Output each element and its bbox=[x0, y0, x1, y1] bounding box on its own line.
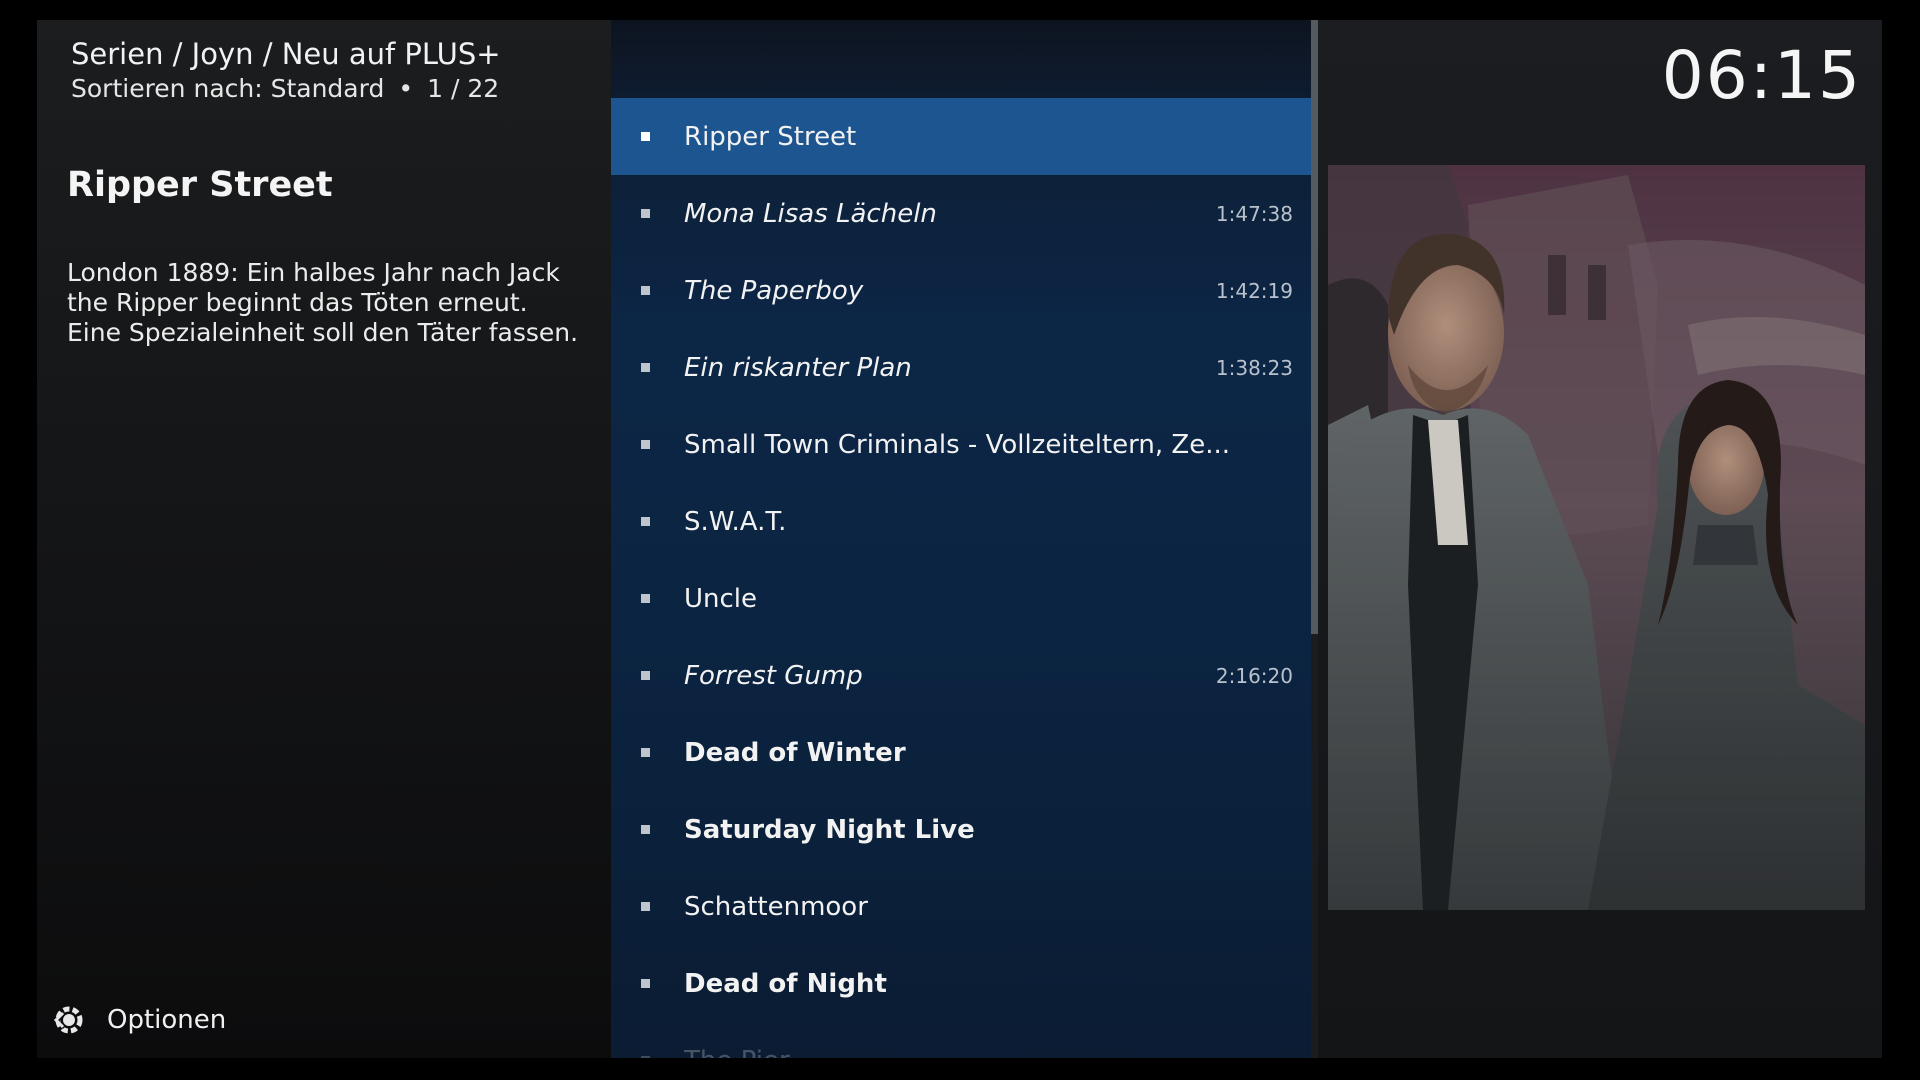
list-item[interactable]: Dead of Winter bbox=[611, 714, 1311, 791]
list-item-label: S.W.A.T. bbox=[684, 506, 787, 537]
list-item-label: Forrest Gump bbox=[684, 660, 863, 691]
list-item[interactable]: Saturday Night Live bbox=[611, 791, 1311, 868]
scrollbar-thumb[interactable] bbox=[1311, 20, 1318, 634]
clock: 06:15 bbox=[1661, 37, 1862, 114]
list-item[interactable]: Schattenmoor bbox=[611, 868, 1311, 945]
list-item[interactable]: The Paperboy 1:42:19 bbox=[611, 252, 1311, 329]
poster-image bbox=[1328, 165, 1865, 910]
list-item[interactable]: Small Town Criminals - Vollzeiteltern, Z… bbox=[611, 406, 1311, 483]
list-item[interactable]: The Pier bbox=[611, 1022, 1311, 1058]
list-item-duration: 2:16:20 bbox=[1215, 663, 1293, 688]
list-item[interactable]: Forrest Gump 2:16:20 bbox=[611, 637, 1311, 714]
list-item-label: Ein riskanter Plan bbox=[684, 352, 912, 383]
bullet-icon bbox=[641, 825, 650, 834]
list-item-label: Dead of Winter bbox=[684, 737, 906, 768]
list-item[interactable]: Ein riskanter Plan 1:38:23 bbox=[611, 329, 1311, 406]
bullet-icon bbox=[641, 286, 650, 295]
bullet-icon bbox=[641, 440, 650, 449]
list-item-label: Schattenmoor bbox=[684, 891, 868, 922]
bullet-icon bbox=[641, 594, 650, 603]
list-item-duration: 1:42:19 bbox=[1215, 278, 1293, 303]
sort-status: Sortieren nach: Standard • 1 / 22 bbox=[71, 74, 499, 103]
options-button[interactable]: Optionen bbox=[51, 1002, 226, 1038]
list-item[interactable]: Mona Lisas Lächeln 1:47:38 bbox=[611, 175, 1311, 252]
sort-label: Sortieren nach: Standard bbox=[71, 74, 385, 103]
list-item-duration: 1:38:23 bbox=[1215, 355, 1293, 380]
bullet-icon bbox=[641, 902, 650, 911]
info-panel: Serien / Joyn / Neu auf PLUS+ Sortieren … bbox=[37, 20, 611, 1058]
selected-item-plot: London 1889: Ein halbes Jahr nach Jack t… bbox=[67, 258, 579, 347]
artwork-panel: 06:15 bbox=[1318, 20, 1882, 1058]
bullet-icon bbox=[641, 979, 650, 988]
selected-item-title: Ripper Street bbox=[67, 165, 333, 205]
list-item-label: Ripper Street bbox=[684, 121, 857, 152]
list-item[interactable]: Uncle bbox=[611, 560, 1311, 637]
poster-artwork bbox=[1328, 165, 1865, 910]
options-gear-icon bbox=[53, 1006, 83, 1034]
list-item-label: Uncle bbox=[684, 583, 758, 614]
list-item-label: The Pier bbox=[684, 1046, 1311, 1059]
bullet-icon bbox=[641, 748, 650, 757]
list-item[interactable]: S.W.A.T. bbox=[611, 483, 1311, 560]
list-header-area bbox=[611, 20, 1311, 98]
list-item-duration: 1:47:38 bbox=[1215, 201, 1293, 226]
kodi-window: Serien / Joyn / Neu auf PLUS+ Sortieren … bbox=[37, 20, 1882, 1058]
media-list: Ripper Street Mona Lisas Lächeln 1:47:38 Th… bbox=[611, 20, 1311, 1058]
list-scrollbar[interactable] bbox=[1311, 20, 1318, 1058]
list-item[interactable]: Ripper Street bbox=[611, 98, 1311, 175]
list-item-label: Saturday Night Live bbox=[684, 814, 975, 845]
list-item-label: Dead of Night bbox=[684, 968, 887, 999]
bullet-icon bbox=[641, 132, 650, 141]
list-item[interactable]: Dead of Night bbox=[611, 945, 1311, 1022]
bullet-icon bbox=[641, 1056, 650, 1058]
breadcrumb: Serien / Joyn / Neu auf PLUS+ bbox=[71, 37, 501, 71]
item-position: 1 / 22 bbox=[427, 74, 500, 103]
bullet-icon bbox=[641, 671, 650, 680]
bullet-icon bbox=[641, 517, 650, 526]
list-item-label: The Paperboy bbox=[684, 275, 864, 306]
options-label: Optionen bbox=[107, 1005, 227, 1035]
bullet-icon bbox=[641, 209, 650, 218]
separator-dot: • bbox=[398, 74, 414, 103]
list-item-label: Mona Lisas Lächeln bbox=[684, 198, 937, 229]
bullet-icon bbox=[641, 363, 650, 372]
list-item-label: Small Town Criminals - Vollzeiteltern, Z… bbox=[684, 429, 1230, 460]
